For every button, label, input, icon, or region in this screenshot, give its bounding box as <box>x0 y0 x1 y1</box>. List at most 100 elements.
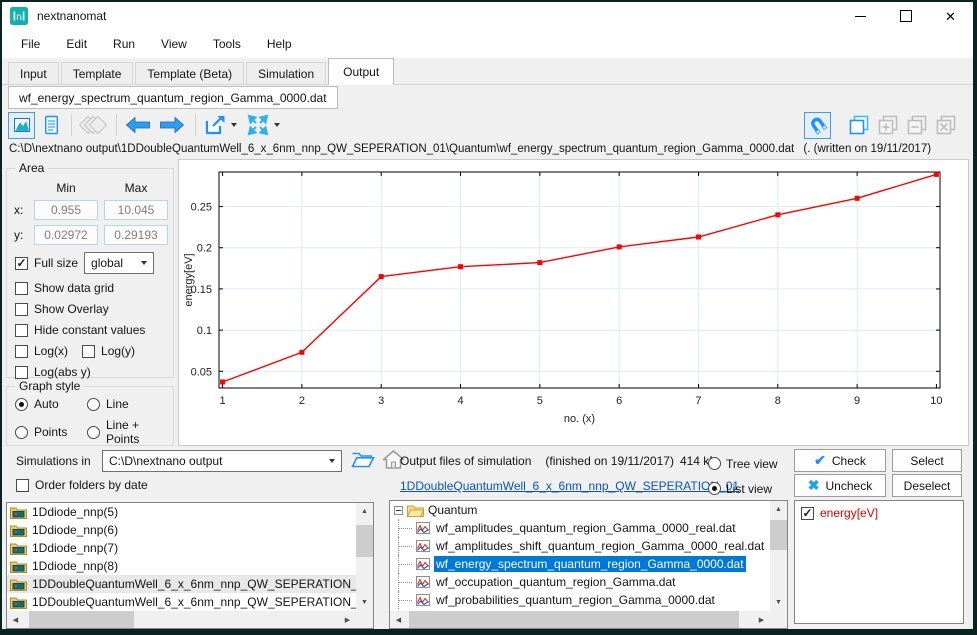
log-abs-y-checkbox[interactable] <box>15 366 28 379</box>
export-button[interactable] <box>201 112 228 139</box>
fit-view-dropdown-caret[interactable] <box>274 123 280 127</box>
new-page-button[interactable] <box>845 112 872 139</box>
scroll-left-icon[interactable]: ◀ <box>390 611 407 628</box>
file-path: C:\D\nextnano output\1DDoubleQuantumWell… <box>9 143 794 155</box>
folder-list-item[interactable]: 1Ddiode_nnp(6) <box>7 521 373 539</box>
simulation-folder-link[interactable]: 1DDoubleQuantumWell_6_x_6nm_nnp_QW_SEPER… <box>400 479 739 493</box>
export-dropdown-caret[interactable] <box>231 123 237 127</box>
svg-text:3: 3 <box>378 395 384 407</box>
folder-list-item[interactable]: 1DDoubleQuantumWell_6_x_6nm_nnp_QW_SEPER… <box>7 593 373 611</box>
menu-item[interactable]: Help <box>254 32 305 56</box>
combo-caret-icon <box>329 459 335 463</box>
main-tab[interactable]: Simulation <box>246 62 326 84</box>
deselect-button[interactable]: Deselect <box>892 474 962 497</box>
main-tab[interactable]: Template <box>61 62 134 84</box>
minimize-button[interactable] <box>838 2 883 30</box>
menu-item[interactable]: File <box>8 32 53 56</box>
curve-checkbox[interactable] <box>801 507 814 520</box>
scroll-down-icon[interactable]: ▼ <box>356 594 373 611</box>
chart-view-button[interactable] <box>8 112 35 139</box>
maximize-button[interactable] <box>883 2 928 30</box>
media-folder-icon <box>10 560 27 573</box>
scroll-thumb[interactable] <box>409 611 739 628</box>
file-tree-vscrollbar[interactable]: ▲ ▼ <box>770 501 787 611</box>
menu-bar: FileEditRunViewToolsHelp <box>2 30 973 58</box>
folder-list-item[interactable]: 1Ddiode_nnp(8) <box>7 557 373 575</box>
x-max-field[interactable]: 10.045 <box>104 200 168 220</box>
tree-file-row[interactable]: wf_amplitudes_shift_quantum_region_Gamma… <box>390 537 787 555</box>
main-tab[interactable]: Template (Beta) <box>135 62 244 84</box>
scroll-right-icon[interactable]: ▶ <box>339 611 356 628</box>
graph-style-radio[interactable] <box>87 398 100 411</box>
simulations-folder-combo[interactable]: C:\D\nextnano output <box>102 450 342 472</box>
option-checkbox[interactable] <box>15 303 28 316</box>
folder-list-item[interactable]: 1Ddiode_nnp(7) <box>7 539 373 557</box>
scroll-thumb[interactable] <box>770 520 787 550</box>
fit-view-button[interactable] <box>244 112 271 139</box>
view-mode-radio[interactable] <box>708 482 721 495</box>
text-view-button[interactable] <box>37 112 64 139</box>
back-button[interactable] <box>122 112 154 139</box>
full-size-checkbox[interactable] <box>15 257 28 270</box>
tree-file-row[interactable]: wf_probabilities_quantum_region_Gamma_00… <box>390 591 787 609</box>
scroll-up-icon[interactable]: ▲ <box>356 503 373 520</box>
view-mode-radio[interactable] <box>708 457 721 470</box>
scroll-left-icon[interactable]: ◀ <box>7 611 24 628</box>
chart-panel[interactable]: 123456789100.050.10.150.20.25no. (x)ener… <box>178 159 969 446</box>
file-tree-hscrollbar[interactable]: ◀ ▶ <box>390 611 770 628</box>
option-checkbox[interactable] <box>15 282 28 295</box>
folder-list-vscrollbar[interactable]: ▲ ▼ <box>356 503 373 611</box>
folder-list-item[interactable]: 1Ddiode_nnp(5) <box>7 503 373 521</box>
tree-file-row[interactable]: wf_energy_spectrum_quantum_region_Gamma_… <box>390 555 787 573</box>
y-max-field[interactable]: 0.29193 <box>104 225 168 245</box>
menu-item[interactable]: View <box>148 32 200 56</box>
scroll-down-icon[interactable]: ▼ <box>770 594 787 611</box>
scroll-thumb[interactable] <box>29 611 134 628</box>
curve-list-item[interactable]: energy[eV] <box>795 501 963 520</box>
menu-item[interactable]: Run <box>100 32 148 56</box>
folder-list-item[interactable]: 1DDoubleQuantumWell_6_x_6nm_nnp_QW_SEPER… <box>7 575 373 593</box>
log-abs-y-label: Log(abs y) <box>34 365 91 379</box>
document-tab[interactable]: wf_energy_spectrum_quantum_region_Gamma_… <box>8 86 338 109</box>
file-written-date: (. (written on 19/11/2017) <box>803 143 931 155</box>
scroll-up-icon[interactable]: ▲ <box>770 501 787 518</box>
folder-name: 1Ddiode_nnp(5) <box>32 505 118 519</box>
main-tab[interactable]: Output <box>328 58 394 85</box>
scroll-right-icon[interactable]: ▶ <box>753 611 770 628</box>
export-icon <box>203 114 227 136</box>
simulations-in-label: Simulations in <box>16 454 91 468</box>
menu-item[interactable]: Edit <box>53 32 100 56</box>
scroll-thumb[interactable] <box>356 525 373 557</box>
tree-file-row[interactable]: wf_amplitudes_quantum_region_Gamma_0000_… <box>390 519 787 537</box>
graph-style-radio[interactable] <box>15 398 28 411</box>
svg-text:9: 9 <box>854 395 860 407</box>
tree-root-row[interactable]: Quantum <box>390 501 787 519</box>
close-button[interactable]: ✕ <box>928 2 973 30</box>
dropdown-caret-icon <box>141 261 147 265</box>
main-tab[interactable]: Input <box>8 62 59 84</box>
log-y-checkbox[interactable] <box>82 345 95 358</box>
browse-folder-button[interactable] <box>350 449 375 473</box>
y-min-field[interactable]: 0.02972 <box>34 225 98 245</box>
forward-button[interactable] <box>156 112 188 139</box>
option-checkbox[interactable] <box>15 324 28 337</box>
toolbar-separator <box>71 114 72 136</box>
full-size-scope-dropdown[interactable]: global <box>84 252 154 274</box>
check-button[interactable]: Check <box>794 449 886 472</box>
collapse-expander-icon[interactable] <box>394 506 403 515</box>
magnet-button[interactable] <box>804 112 831 139</box>
select-button[interactable]: Select <box>892 449 962 472</box>
min-column-header: Min <box>34 181 98 195</box>
order-folders-checkbox[interactable] <box>16 479 29 492</box>
log-x-checkbox[interactable] <box>15 345 28 358</box>
graph-style-radio[interactable] <box>15 426 28 439</box>
x-min-field[interactable]: 0.955 <box>34 200 98 220</box>
curve-label: energy[eV] <box>820 506 878 520</box>
graph-style-radio[interactable] <box>87 426 100 439</box>
uncheck-button[interactable]: Uncheck <box>794 474 886 497</box>
tree-file-row[interactable]: wf_occupation_quantum_region_Gamma.dat <box>390 573 787 591</box>
folder-list-hscrollbar[interactable]: ◀ ▶ <box>7 611 356 628</box>
svg-text:5: 5 <box>537 395 543 407</box>
svg-text:7: 7 <box>695 395 701 407</box>
menu-item[interactable]: Tools <box>200 32 254 56</box>
